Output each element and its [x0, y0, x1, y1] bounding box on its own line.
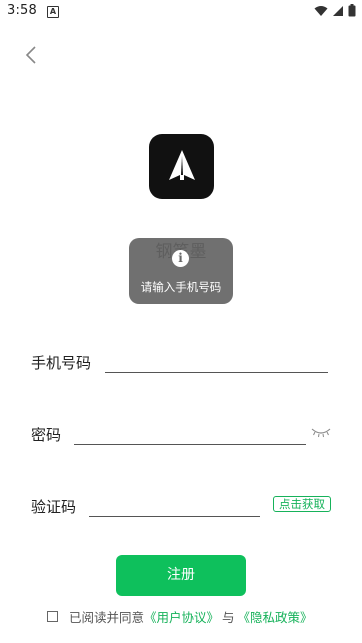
agreement-and: 与: [222, 609, 235, 625]
code-label: 验证码: [31, 498, 77, 516]
status-bar: 3:58 A: [0, 0, 362, 24]
battery-icon: [348, 4, 356, 17]
status-indicators: [314, 4, 356, 17]
code-input[interactable]: [91, 493, 258, 515]
password-underline: [74, 444, 306, 445]
app-logo: [149, 134, 214, 199]
user-agreement-link[interactable]: 《用户协议》: [144, 607, 219, 626]
toast: i 请输入手机号码: [129, 238, 233, 304]
back-button[interactable]: [18, 42, 44, 68]
info-icon: i: [172, 250, 189, 267]
pen-nib-logo-icon: [168, 149, 195, 180]
agreement-prefix: 已阅读并同意: [69, 609, 145, 625]
chevron-left-icon: [25, 46, 36, 64]
wifi-icon: [314, 5, 328, 16]
get-code-button[interactable]: 点击获取: [273, 496, 331, 512]
password-label: 密码: [31, 426, 62, 444]
agreement-checkbox[interactable]: [47, 610, 58, 622]
eye-closed-icon[interactable]: [310, 425, 332, 439]
toast-message: 请输入手机号码: [140, 280, 222, 294]
privacy-policy-link[interactable]: 《隐私政策》: [238, 607, 313, 626]
signal-icon: [333, 5, 343, 16]
phone-underline: [105, 372, 328, 373]
password-input[interactable]: [76, 421, 304, 443]
phone-input[interactable]: [107, 349, 327, 371]
status-time: 3:58: [7, 3, 37, 18]
register-button[interactable]: 注册: [116, 555, 246, 596]
agreement-row: 已阅读并同意 《用户协议》 与 《隐私政策》: [47, 607, 313, 625]
phone-label: 手机号码: [31, 354, 92, 372]
notification-icon: A: [47, 6, 59, 18]
code-underline: [89, 516, 260, 517]
